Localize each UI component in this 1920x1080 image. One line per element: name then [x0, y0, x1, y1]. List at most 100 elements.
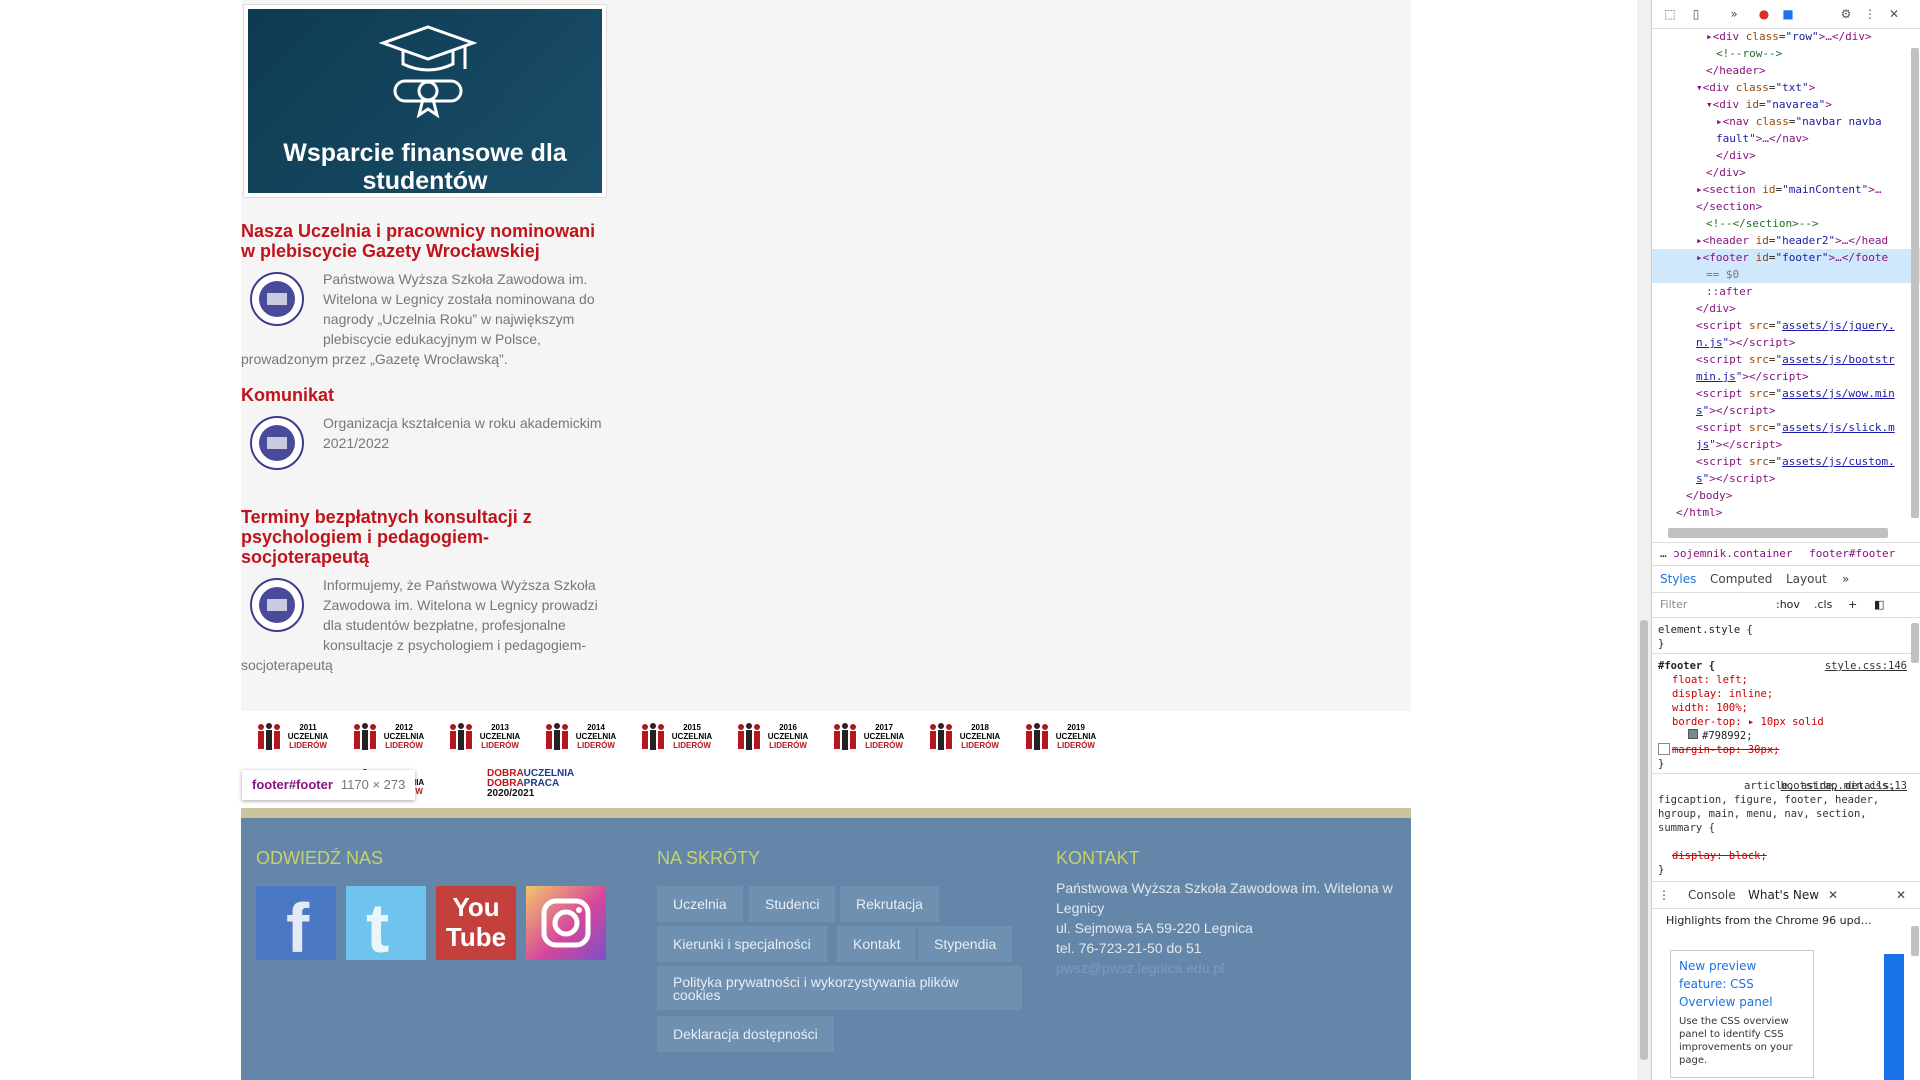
- badge-year: 2019: [1067, 723, 1085, 732]
- close-devtools-icon[interactable]: ✕: [1886, 6, 1902, 22]
- news-body: Organizacja kształcenia w roku akademick…: [323, 415, 602, 451]
- footer-rule-source[interactable]: style.css:146: [1825, 659, 1907, 673]
- close-drawer-icon[interactable]: ✕: [1896, 888, 1906, 902]
- whats-new-card[interactable]: New preview feature: CSS Overview panel …: [1670, 950, 1814, 1078]
- svg-text:t: t: [366, 889, 389, 960]
- footer-rule-selector[interactable]: #footer {: [1658, 659, 1715, 673]
- elements-dom-tree[interactable]: ▸<div class="row">…</div> <!--row--> </h…: [1652, 28, 1920, 538]
- css-prop[interactable]: float: left;: [1672, 673, 1748, 687]
- bootstrap-rule-selector[interactable]: article, aside, details, figcaption, fig…: [1658, 779, 1898, 835]
- page-scrollbar-thumb[interactable]: [1640, 620, 1648, 1060]
- uczelnia-liderow-badge: 2018 UCZELNIA LIDERÓW: [927, 721, 1001, 755]
- drawer-menu-icon[interactable]: ⋮: [1658, 888, 1670, 902]
- youtube-icon[interactable]: You Tube: [436, 886, 516, 960]
- shortcut-link-kierunki[interactable]: Kierunki i specjalności: [657, 926, 827, 962]
- contact-line: tel. 76-723-21-50 do 51: [1056, 940, 1202, 956]
- css-prop[interactable]: width: 100%;: [1672, 701, 1748, 715]
- tab-styles[interactable]: Styles: [1660, 572, 1696, 586]
- page-container: Wsparcie finansowe dla studentów Nasza U…: [241, 0, 1411, 1080]
- shortcut-link-rekrutacja[interactable]: Rekrutacja: [840, 886, 939, 922]
- breadcrumb-container[interactable]: ɔojemnik.container: [1673, 547, 1792, 560]
- selected-footer-node[interactable]: ▸<footer id="footer">…</foote: [1652, 249, 1920, 266]
- breadcrumb-footer[interactable]: footer#footer: [1809, 547, 1895, 560]
- site-footer: ODWIEDŹ NAS f t You Tube NA SKRÓTY Uczel…: [241, 808, 1411, 1080]
- badge-year: 2018: [971, 723, 989, 732]
- awards-strip: 2011 UCZELNIA LIDERÓW 2012 UCZELNIA LIDERÓW 20…: [241, 711, 1411, 808]
- shortcut-link-uczelnia[interactable]: Uczelnia: [657, 886, 743, 922]
- settings-gear-icon[interactable]: ⚙: [1838, 6, 1854, 22]
- news-title[interactable]: Komunikat: [241, 385, 607, 405]
- badge-year: 2017: [875, 723, 893, 732]
- badge-line2: LIDERÓW: [961, 741, 999, 750]
- breadcrumb-ellipsis[interactable]: …: [1660, 547, 1673, 560]
- shortcut-link-privacy[interactable]: Polityka prywatności i wykorzystywania p…: [657, 966, 1022, 1010]
- card-body: Use the CSS overview panel to identify C…: [1679, 1016, 1793, 1066]
- badge-line1: UCZELNIA: [383, 732, 425, 741]
- css-prop-overridden[interactable]: margin-top: 30px;: [1672, 743, 1779, 757]
- element-inspect-tooltip: footer#footer 1170 × 273: [242, 770, 416, 800]
- badge-line2: LIDERÓW: [769, 741, 807, 750]
- css-prop[interactable]: border-top: ▸ 10px solid: [1672, 715, 1824, 729]
- shortcuts-heading: NA SKRÓTY: [657, 848, 761, 868]
- hov-toggle[interactable]: :hov: [1776, 593, 1800, 617]
- devtools-toolbar: ⬚ ▯ » ● ■ ⚙ ⋮ ✕: [1652, 0, 1920, 29]
- page-scrollbar[interactable]: [1637, 0, 1651, 1080]
- tab-computed[interactable]: Computed: [1710, 572, 1772, 586]
- news-item[interactable]: Komunikat Organizacja kształcenia w roku…: [241, 385, 607, 475]
- shortcut-link-kontakt[interactable]: Kontakt: [837, 926, 917, 962]
- styles-scrollbar[interactable]: [1911, 623, 1919, 663]
- card-title[interactable]: New preview feature: CSS Overview panel: [1679, 957, 1805, 1011]
- toggle-sidebar-icon[interactable]: ◧: [1874, 593, 1884, 617]
- visit-column: ODWIEDŹ NAS: [256, 848, 383, 869]
- add-rule-icon[interactable]: +: [1848, 593, 1857, 617]
- contact-email-link[interactable]: pwsz@pwsz.legnica.edu.pl: [1056, 958, 1396, 978]
- facebook-icon[interactable]: f: [256, 886, 336, 967]
- tooltip-size: 1170 × 273: [340, 777, 406, 792]
- close-tab-icon[interactable]: ✕: [1828, 888, 1838, 902]
- more-tabs-icon[interactable]: »: [1842, 572, 1849, 586]
- badge-line2: LIDERÓW: [865, 741, 903, 750]
- more-tabs-icon[interactable]: »: [1726, 6, 1742, 22]
- color-swatch[interactable]: [1688, 729, 1698, 739]
- financial-support-banner[interactable]: Wsparcie finansowe dla studentów: [243, 4, 607, 198]
- dom-tree-hscrollbar[interactable]: [1668, 528, 1888, 538]
- css-value: #798992;: [1702, 730, 1753, 742]
- news-title[interactable]: Terminy bezpłatnych konsultacji z psycho…: [241, 507, 607, 567]
- dom-tree-scrollbar[interactable]: [1911, 48, 1919, 518]
- news-item[interactable]: Nasza Uczelnia i pracownicy nominowani w…: [241, 221, 607, 369]
- inspect-icon[interactable]: ⬚: [1662, 6, 1678, 22]
- shortcut-link-accessibility[interactable]: Deklaracja dostępności: [657, 1016, 834, 1052]
- uczelnia-liderow-badge: 2017 UCZELNIA LIDERÓW: [831, 721, 905, 755]
- drawer-tab-console[interactable]: Console: [1688, 888, 1736, 902]
- dobra-uczelnia-dobra-praca-badge: DOBRAUCZELNIA DOBRAPRACA 2020/2021: [487, 768, 575, 799]
- cls-toggle[interactable]: .cls: [1814, 593, 1832, 617]
- badge-year: 2012: [395, 723, 413, 732]
- shortcut-link-studenci[interactable]: Studenci: [749, 886, 836, 922]
- styles-filter-bar: Filter :hov .cls + ◧: [1652, 593, 1920, 618]
- tab-layout[interactable]: Layout: [1786, 572, 1827, 586]
- error-count-icon[interactable]: ●: [1756, 6, 1772, 22]
- prop-checkbox[interactable]: [1658, 743, 1670, 755]
- whats-new-video-thumbnail[interactable]: [1884, 954, 1904, 1080]
- drawer-scrollbar[interactable]: [1911, 926, 1919, 956]
- badge-line1: UCZELNIA: [671, 732, 713, 741]
- instagram-icon[interactable]: [526, 886, 606, 960]
- twitter-icon[interactable]: t: [346, 886, 426, 967]
- styles-pane: element.style { } #footer { style.css:14…: [1652, 619, 1920, 881]
- styles-filter-input[interactable]: Filter: [1660, 593, 1687, 617]
- news-item[interactable]: Terminy bezpłatnych konsultacji z psycho…: [241, 507, 607, 675]
- more-options-icon[interactable]: ⋮: [1862, 6, 1878, 22]
- contact-line: Państwowa Wyższa Szkoła Zawodowa im. Wit…: [1056, 880, 1393, 916]
- issues-icon[interactable]: ■: [1780, 6, 1796, 22]
- news-title[interactable]: Nasza Uczelnia i pracownicy nominowani w…: [241, 221, 607, 261]
- css-prop-overridden[interactable]: display: block;: [1672, 849, 1767, 863]
- graduation-cap-icon: [378, 25, 478, 119]
- element-style-rule[interactable]: element.style {: [1658, 623, 1753, 637]
- shortcut-link-stypendia[interactable]: Stypendia: [918, 926, 1013, 962]
- device-toolbar-icon[interactable]: ▯: [1688, 6, 1704, 22]
- css-prop[interactable]: display: inline;: [1672, 687, 1773, 701]
- devtools-panel: ⬚ ▯ » ● ■ ⚙ ⋮ ✕ ▸<div class="row">…</div…: [1651, 0, 1920, 1080]
- university-seal-icon: [250, 416, 304, 470]
- drawer-tab-whats-new[interactable]: What's New: [1748, 888, 1819, 902]
- contact-line: ul. Sejmowa 5A 59-220 Legnica: [1056, 920, 1253, 936]
